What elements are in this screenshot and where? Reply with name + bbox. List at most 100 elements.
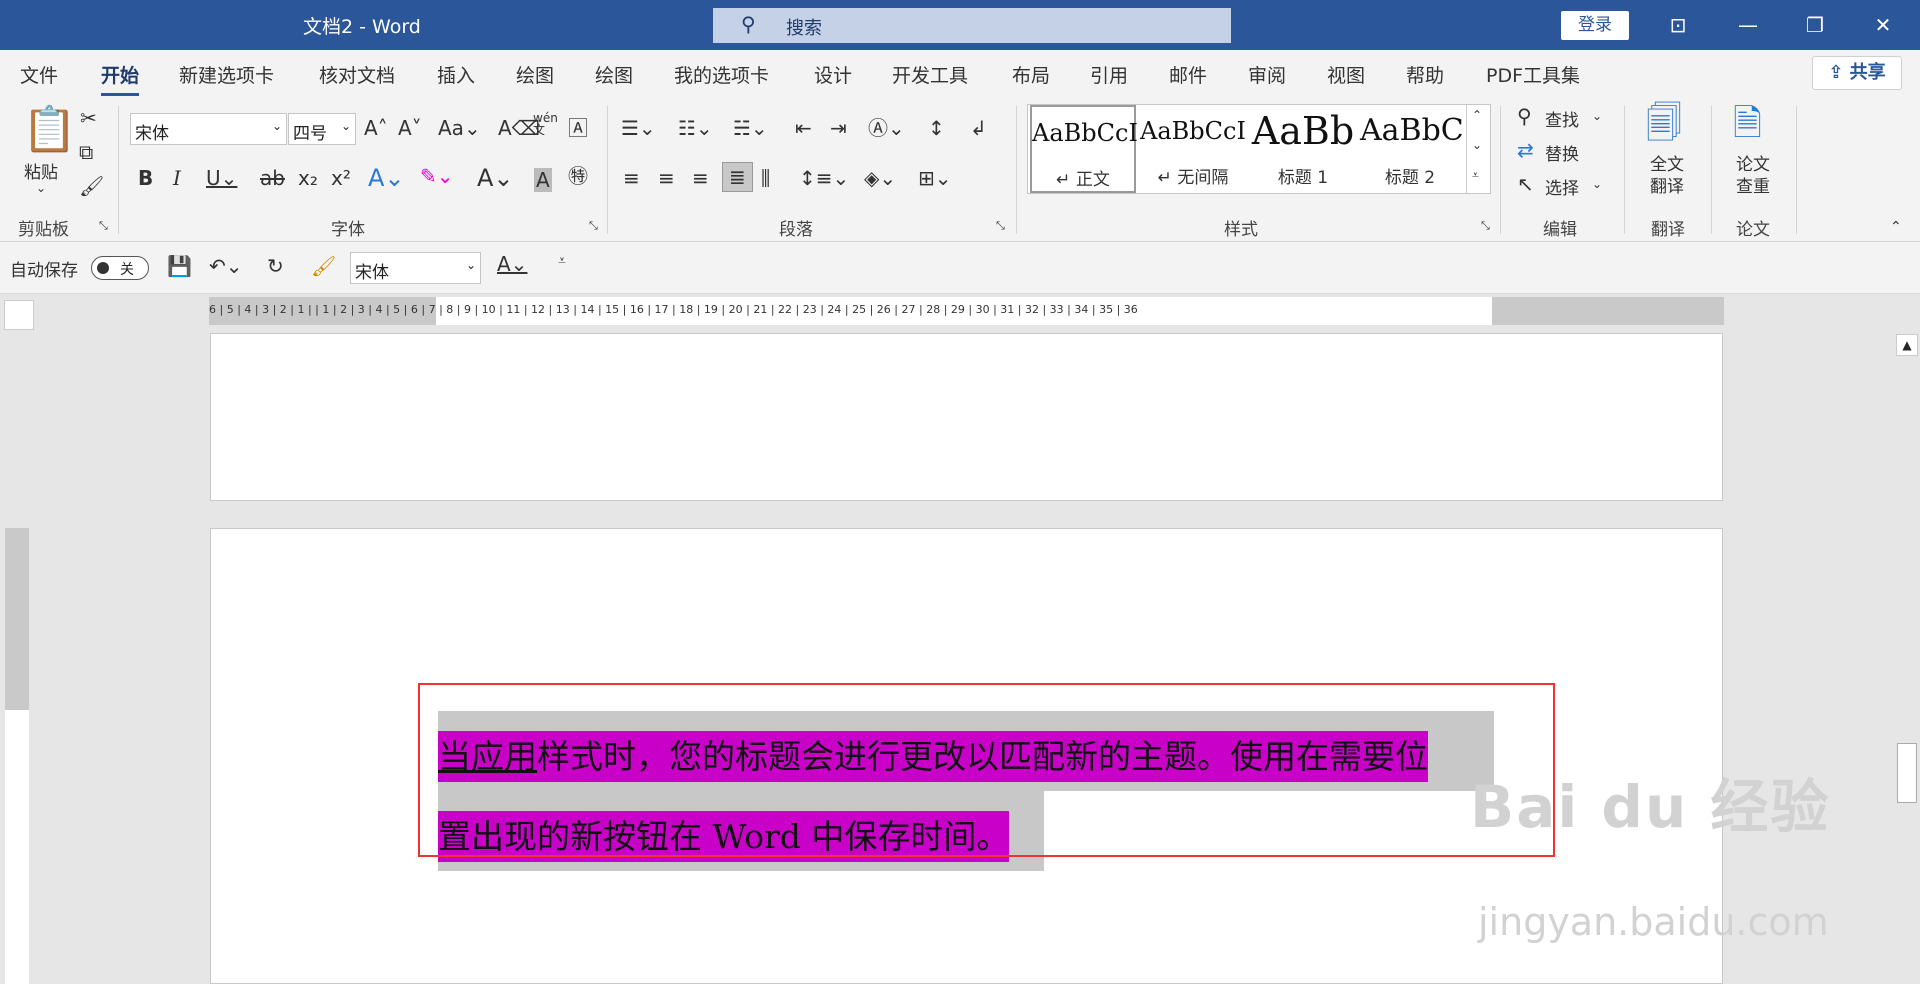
borders-icon[interactable]: ⊞⌄ — [918, 168, 952, 188]
highlight-color-icon[interactable]: ✎⌄ — [420, 166, 454, 186]
translate-icon[interactable]: 🗐 — [1646, 106, 1682, 142]
horizontal-ruler[interactable]: 6 | 5 | 4 | 3 | 2 | 1 | | 1 | 2 | 3 | 4 … — [209, 297, 1724, 325]
align-left-icon[interactable]: ≡ — [623, 168, 640, 188]
tab-design[interactable]: 设计 — [814, 61, 852, 88]
numbering-icon[interactable]: ☷⌄ — [678, 118, 713, 138]
customize-qat-icon[interactable]: ⩡ — [558, 254, 566, 268]
line-spacing-icon[interactable]: ↕≡⌄ — [799, 168, 849, 188]
distributed-icon[interactable]: ⫼ — [761, 168, 770, 188]
change-case-icon[interactable]: Aa⌄ — [438, 118, 481, 138]
subscript-icon[interactable]: x₂ — [298, 168, 318, 188]
font-color-icon[interactable]: A⌄ — [497, 254, 527, 274]
font-launcher-icon[interactable]: ⤡ — [589, 220, 598, 231]
vertical-scrollbar[interactable] — [1894, 332, 1920, 984]
tab-draw-2[interactable]: 绘图 — [595, 61, 633, 88]
character-shading-icon[interactable]: A — [534, 168, 552, 192]
tab-references[interactable]: 引用 — [1090, 61, 1128, 88]
login-button[interactable]: 登录 — [1561, 11, 1629, 40]
close-icon[interactable]: ✕ — [1853, 0, 1913, 50]
format-painter-icon[interactable]: 🖌 — [311, 256, 336, 276]
minimize-icon[interactable]: — — [1718, 0, 1778, 50]
underline-icon[interactable]: U⌄ — [206, 168, 237, 188]
tab-file[interactable]: 文件 — [20, 61, 58, 88]
tab-new-tab[interactable]: 新建选项卡 — [179, 61, 274, 88]
qat-font-select[interactable]: 宋体 ⌄ — [350, 252, 481, 284]
undo-icon[interactable]: ↶⌄ — [209, 256, 243, 276]
bullets-icon[interactable]: ☰⌄ — [621, 118, 656, 138]
cut-icon[interactable]: ✂ — [80, 108, 97, 128]
superscript-icon[interactable]: x² — [331, 168, 351, 188]
document-page-1[interactable] — [210, 333, 1723, 501]
gallery-more-icon[interactable]: ⩡ — [1472, 169, 1479, 181]
tab-my-tab[interactable]: 我的选项卡 — [674, 61, 769, 88]
tab-layout[interactable]: 布局 — [1012, 61, 1050, 88]
scroll-thumb[interactable] — [1897, 743, 1917, 803]
style-heading-2[interactable]: AaBbC 标题 2 — [1360, 105, 1464, 193]
decrease-indent-icon[interactable]: ⇤ — [795, 118, 812, 138]
replace-button[interactable]: 替换 — [1545, 140, 1579, 165]
font-color-icon[interactable]: A⌄ — [477, 166, 514, 190]
gallery-down-icon[interactable]: ⌄ — [1472, 139, 1482, 151]
tab-home[interactable]: 开始 — [101, 61, 140, 96]
save-icon[interactable]: 💾 — [167, 256, 192, 276]
align-center-icon[interactable]: ≡ — [658, 168, 675, 188]
find-icon[interactable]: ⚲ — [1517, 106, 1532, 126]
shrink-font-icon[interactable]: A˅ — [398, 118, 422, 138]
search-box[interactable]: ⚲ 搜索 — [713, 8, 1231, 43]
gallery-up-icon[interactable]: ⌃ — [1472, 109, 1482, 121]
italic-icon[interactable]: I — [173, 168, 181, 188]
styles-launcher-icon[interactable]: ⤡ — [1481, 220, 1490, 231]
tab-review[interactable]: 审阅 — [1248, 61, 1286, 88]
format-painter-icon[interactable]: 🖌 — [79, 176, 104, 196]
style-no-spacing[interactable]: AaBbCcI ↵ 无间隔 — [1140, 105, 1246, 193]
vertical-ruler[interactable] — [5, 528, 29, 984]
full-translate-button[interactable]: 全文 翻译 — [1650, 154, 1684, 198]
sort-icon[interactable]: ↕ — [928, 118, 945, 138]
multilevel-list-icon[interactable]: ☵⌄ — [733, 118, 768, 138]
tab-mailings[interactable]: 邮件 — [1169, 61, 1207, 88]
style-heading-1[interactable]: AaBb 标题 1 — [1250, 105, 1356, 193]
share-button[interactable]: ⇪ 共享 — [1812, 56, 1902, 90]
bold-icon[interactable]: B — [138, 168, 153, 188]
tab-draw-1[interactable]: 绘图 — [516, 61, 554, 88]
collapse-ribbon-icon[interactable]: ⌃ — [1890, 220, 1902, 234]
paste-icon[interactable]: 📋 — [22, 108, 77, 152]
show-marks-icon[interactable]: ↲ — [970, 118, 987, 138]
chevron-down-icon[interactable]: ⌄ — [1592, 110, 1602, 122]
tab-view[interactable]: 视图 — [1327, 61, 1365, 88]
paste-dropdown-icon[interactable]: ⌄ — [36, 182, 46, 194]
character-border-icon[interactable]: 🄰 — [568, 118, 588, 138]
tab-help[interactable]: 帮助 — [1406, 61, 1444, 88]
find-button[interactable]: 查找 — [1545, 106, 1579, 131]
thesis-check-button[interactable]: 论文 查重 — [1736, 154, 1770, 198]
select-icon[interactable]: ↖ — [1517, 174, 1534, 194]
phonetic-guide-icon[interactable]: wén 文 — [533, 112, 558, 136]
shading-icon[interactable]: ◈⌄ — [864, 168, 896, 188]
font-name-select[interactable]: 宋体 ⌄ — [130, 113, 287, 145]
replace-icon[interactable]: ⇄ — [1517, 140, 1534, 160]
increase-indent-icon[interactable]: ⇥ — [830, 118, 847, 138]
paragraph-launcher-icon[interactable]: ⤡ — [996, 220, 1005, 231]
thesis-check-icon[interactable]: 🗎 — [1733, 106, 1762, 142]
chevron-down-icon[interactable]: ⌄ — [1592, 178, 1602, 190]
paste-label[interactable]: 粘贴 — [24, 158, 58, 183]
ribbon-display-icon[interactable]: ⊡ — [1648, 0, 1708, 50]
redo-icon[interactable]: ↻ — [267, 256, 284, 276]
restore-icon[interactable]: ❐ — [1785, 0, 1845, 50]
grow-font-icon[interactable]: A˄ — [364, 118, 388, 138]
clipboard-launcher-icon[interactable]: ⤡ — [99, 220, 108, 231]
scroll-up-icon[interactable]: ▲ — [1896, 334, 1918, 356]
copy-icon[interactable]: ⧉ — [79, 142, 93, 162]
select-button[interactable]: 选择 — [1545, 174, 1579, 199]
font-size-select[interactable]: 四号 ⌄ — [288, 113, 356, 145]
text-effects-icon[interactable]: A⌄ — [368, 166, 405, 190]
justify-icon[interactable]: ≣ — [722, 162, 753, 192]
enclose-characters-icon[interactable]: ㊕ — [568, 166, 588, 186]
tab-developer[interactable]: 开发工具 — [892, 61, 968, 88]
tab-insert[interactable]: 插入 — [437, 61, 475, 88]
autosave-toggle[interactable]: 关 — [91, 256, 149, 280]
tab-pdf-tools[interactable]: PDF工具集 — [1486, 61, 1580, 88]
strikethrough-icon[interactable]: ab — [260, 168, 285, 188]
asian-layout-icon[interactable]: Ⓐ⌄ — [868, 118, 905, 138]
align-right-icon[interactable]: ≡ — [692, 168, 709, 188]
